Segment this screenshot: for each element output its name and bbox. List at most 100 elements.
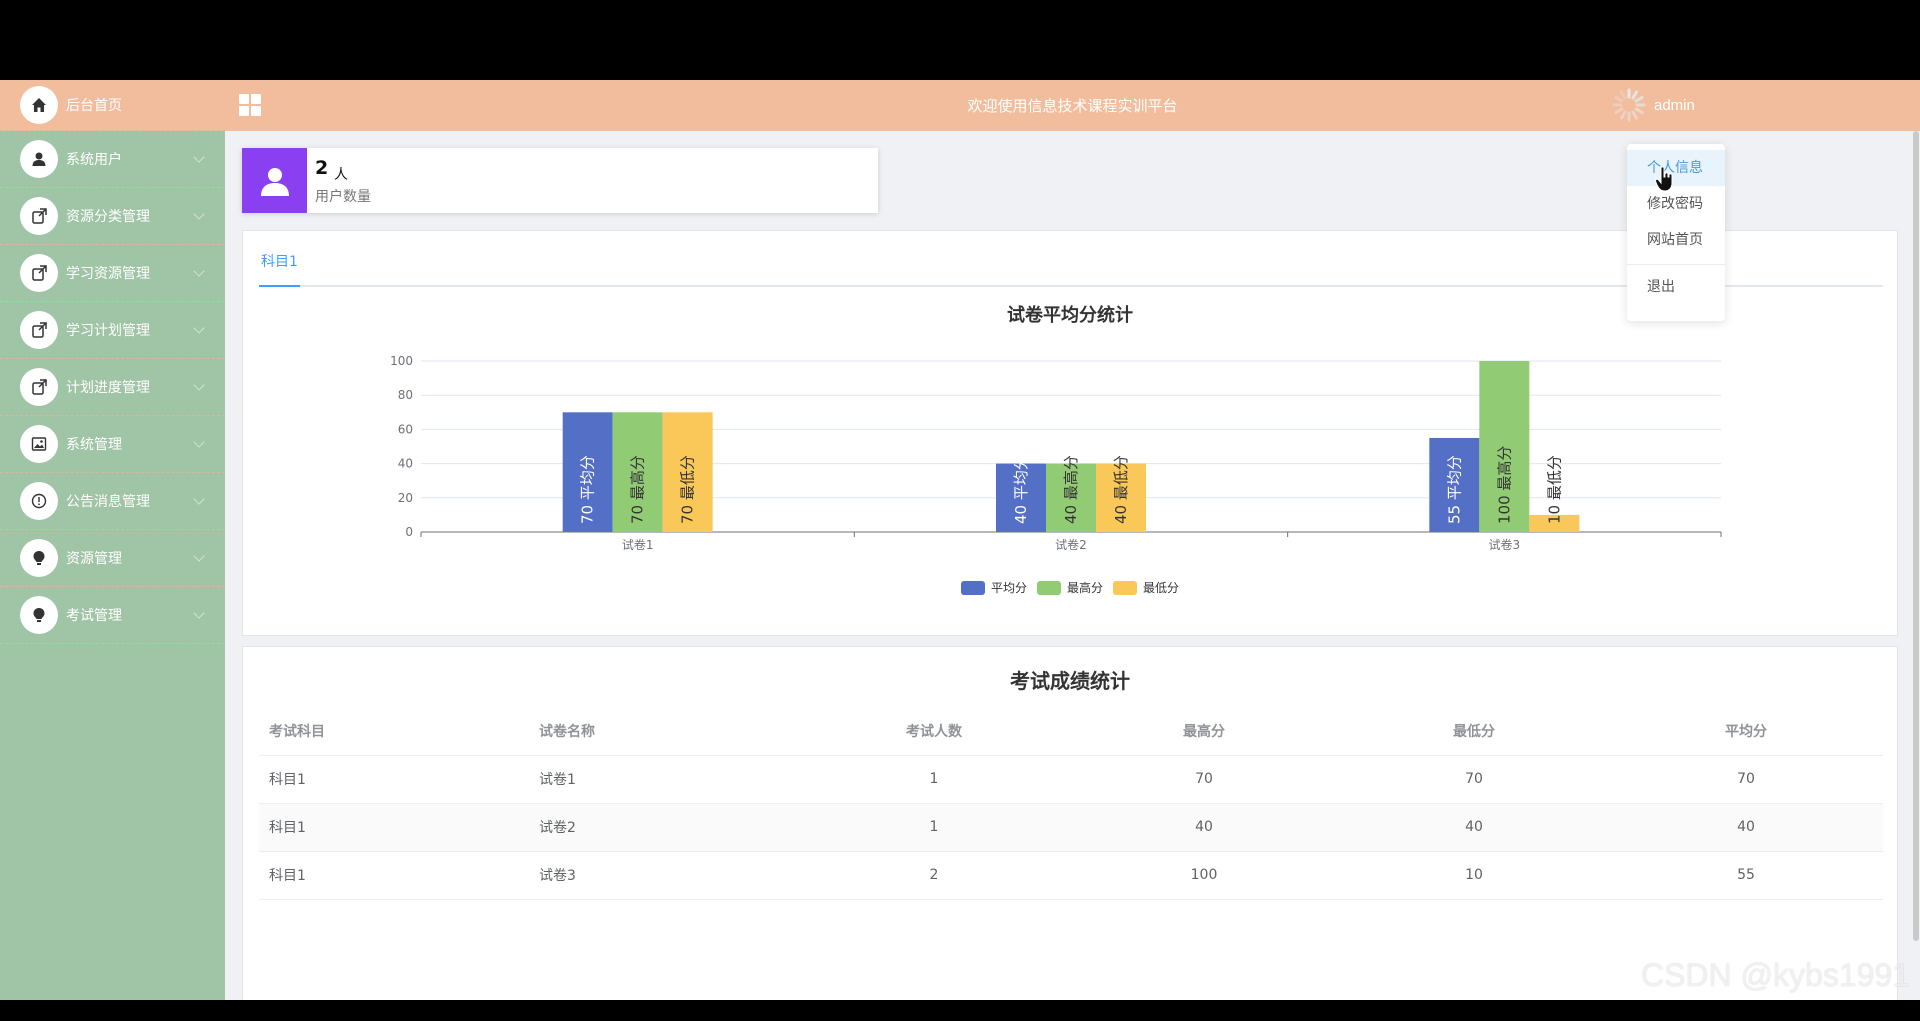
- chevron-down-icon: [193, 151, 205, 163]
- chevron-down-icon: [193, 550, 205, 562]
- column-header: 最高分: [1069, 707, 1339, 756]
- bar-data-label: 40 平均分: [1012, 455, 1030, 524]
- y-tick-label: 0: [405, 525, 413, 539]
- table-cell: 1: [799, 803, 1069, 852]
- chevron-down-icon: [193, 265, 205, 277]
- app-window: 后台首页系统用户资源分类管理学习资源管理 学习计划管理 计划进度管理 系统管理公告消息…: [0, 80, 1920, 1000]
- chevron-down-icon: [193, 379, 205, 391]
- y-tick-label: 80: [398, 388, 413, 402]
- column-header: 考试人数: [799, 707, 1069, 756]
- bar-data-label: 70 最低分: [679, 455, 697, 524]
- edit-doc-icon: [20, 197, 58, 235]
- sidebar-item-label: 计划进度管理: [66, 380, 150, 396]
- user-menu-trigger[interactable]: admin: [1610, 85, 1695, 125]
- bar-data-label: 40 最低分: [1112, 455, 1130, 524]
- table-cell: 55: [1609, 851, 1883, 900]
- sidebar-item-label: 学习计划管理: [66, 323, 150, 339]
- sidebar-item[interactable]: 资源管理: [0, 530, 225, 587]
- table-cell: 科目1: [259, 851, 529, 900]
- table-cell: 70: [1069, 755, 1339, 804]
- table-cell: 40: [1339, 803, 1609, 852]
- sidebar-item-label: 考试管理: [66, 608, 122, 624]
- scrollbar-thumb[interactable]: [1913, 131, 1919, 941]
- score-table: 考试科目 试卷名称 考试人数 最高分 最低分 平均分 科目1 试卷1 1 70 70 70…: [259, 707, 1883, 900]
- table-cell: 70: [1339, 755, 1609, 804]
- x-tick-label: 试卷3: [1489, 537, 1521, 552]
- table-header-row: 考试科目 试卷名称 考试人数 最高分 最低分 平均分: [259, 707, 1883, 756]
- table-cell: 试卷1: [529, 755, 799, 804]
- table-cell: 10: [1339, 851, 1609, 900]
- sidebar-item[interactable]: 计划进度管理: [0, 359, 225, 416]
- x-tick-label: 试卷1: [622, 537, 654, 552]
- y-tick-label: 40: [398, 457, 413, 471]
- sidebar-item[interactable]: 后台首页: [0, 80, 225, 131]
- menu-divider: [1627, 264, 1725, 265]
- legend-swatch: [961, 581, 985, 595]
- user-count-unit: 人: [334, 167, 348, 183]
- bulb-icon: [20, 596, 58, 634]
- sidebar-item-label: 系统用户: [66, 152, 122, 168]
- bulb-icon: [20, 539, 58, 577]
- edit-doc-icon: [20, 254, 58, 292]
- table-cell: 70: [1609, 755, 1883, 804]
- top-header: 欢迎使用信息技术课程实训平台 admin: [225, 80, 1920, 131]
- sidebar-item[interactable]: 考试管理: [0, 587, 225, 644]
- table-row: 科目1 试卷1 1 70 70 70: [259, 755, 1883, 804]
- sidebar: 后台首页系统用户资源分类管理学习资源管理 学习计划管理 计划进度管理 系统管理公告消息…: [0, 80, 225, 1000]
- page-scrollbar[interactable]: [1912, 131, 1920, 1000]
- info-icon: [20, 482, 58, 520]
- sidebar-item[interactable]: 学习计划管理: [0, 302, 225, 359]
- legend-swatch: [1113, 581, 1137, 595]
- bar-data-label: 70 最高分: [629, 455, 647, 524]
- hand-cursor-icon: [1654, 166, 1675, 196]
- bar-data-label: 55 平均分: [1445, 455, 1463, 524]
- table-cell: 1: [799, 755, 1069, 804]
- menu-item-change-password[interactable]: 修改密码: [1627, 186, 1725, 222]
- column-header: 试卷名称: [529, 707, 799, 756]
- sidebar-item[interactable]: 系统管理: [0, 416, 225, 473]
- table-cell: 40: [1609, 803, 1883, 852]
- table-cell: 40: [1069, 803, 1339, 852]
- table-cell: 试卷3: [529, 851, 799, 900]
- bar-data-label: 100 最高分: [1495, 446, 1513, 524]
- chevron-down-icon: [193, 322, 205, 334]
- y-tick-label: 100: [390, 354, 413, 368]
- table-title: 考试成绩统计: [1010, 669, 1130, 693]
- column-header: 考试科目: [259, 707, 529, 756]
- user-dropdown-menu: 个人信息 修改密码 网站首页 退出: [1627, 144, 1725, 321]
- x-tick-label: 试卷2: [1055, 537, 1087, 552]
- home-icon: [20, 86, 58, 124]
- user-icon: [20, 140, 58, 178]
- legend-label: 平均分: [991, 581, 1027, 595]
- image-icon: [20, 425, 58, 463]
- sidebar-item[interactable]: 资源分类管理: [0, 188, 225, 245]
- score-table-panel: 考试成绩统计 考试科目 试卷名称 考试人数 最高分 最低分 平均分 科目1 试卷1…: [242, 646, 1898, 1000]
- chevron-down-icon: [193, 493, 205, 505]
- sidebar-item-label: 后台首页: [66, 98, 122, 114]
- sidebar-item[interactable]: 系统用户: [0, 131, 225, 188]
- y-tick-label: 60: [398, 422, 413, 436]
- sidebar-item-label: 资源管理: [66, 551, 122, 567]
- edit-doc-icon: [20, 368, 58, 406]
- sidebar-item-label: 公告消息管理: [66, 494, 150, 510]
- user-name: admin: [1654, 96, 1695, 114]
- edit-doc-icon: [20, 311, 58, 349]
- table-cell: 100: [1069, 851, 1339, 900]
- user-count-card: 2 人 用户数量: [242, 148, 878, 213]
- menu-item-site-home[interactable]: 网站首页: [1627, 222, 1725, 258]
- chevron-down-icon: [193, 208, 205, 220]
- user-count-label: 用户数量: [315, 189, 371, 205]
- sidebar-item[interactable]: 学习资源管理: [0, 245, 225, 302]
- watermark-text: CSDN @kybs1991: [1640, 957, 1910, 993]
- table-cell: 科目1: [259, 755, 529, 804]
- bar-data-label: 40 最高分: [1062, 455, 1080, 524]
- sidebar-item[interactable]: 公告消息管理: [0, 473, 225, 530]
- bar-data-label: 10 最低分: [1545, 455, 1563, 524]
- legend-label: 最高分: [1067, 580, 1103, 595]
- menu-item-logout[interactable]: 退出: [1627, 269, 1725, 305]
- sidebar-item-label: 学习资源管理: [66, 266, 150, 282]
- sidebar-item-label: 系统管理: [66, 437, 122, 453]
- menu-item-profile[interactable]: 个人信息: [1627, 150, 1725, 186]
- table-row: 科目1 试卷2 1 40 40 40: [259, 803, 1883, 852]
- table-cell: 科目1: [259, 803, 529, 852]
